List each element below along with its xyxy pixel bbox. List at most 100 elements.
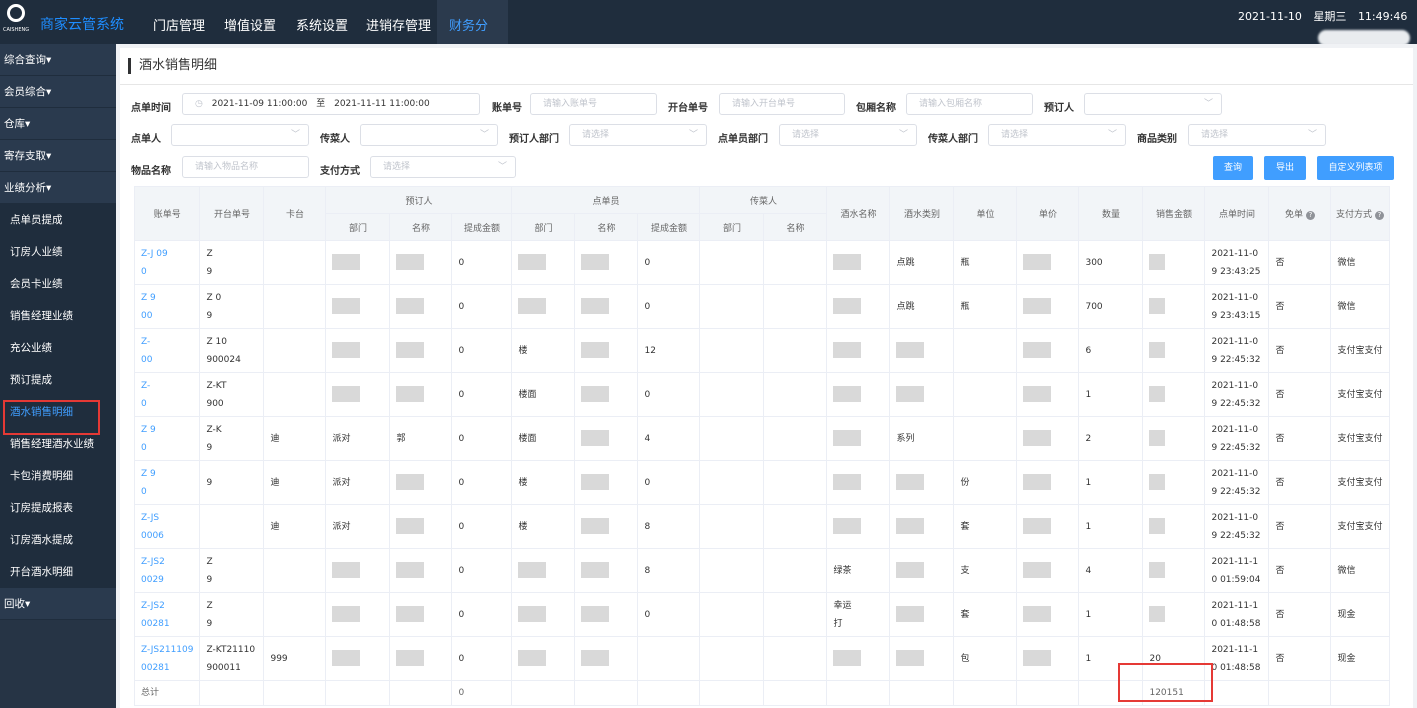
sidebar-item-public-performance[interactable]: 充公业绩 bbox=[0, 332, 116, 364]
export-button[interactable]: 导出 bbox=[1264, 156, 1306, 180]
cell-bill[interactable]: Z 9 0 bbox=[133, 416, 201, 461]
cell-odept bbox=[511, 636, 576, 681]
redacted-block bbox=[332, 386, 361, 402]
query-button[interactable]: 查询 bbox=[1213, 156, 1253, 180]
open-no-input[interactable]: 请输入开台单号 bbox=[719, 93, 845, 115]
help-circle-icon[interactable]: ? bbox=[1374, 211, 1384, 220]
order-time-range-picker[interactable]: ◷ 2021-11-09 11:00:00 至 2021-11-11 11:00… bbox=[182, 93, 480, 115]
th-booker-commission: 提成金额 bbox=[451, 213, 513, 241]
cell-bill[interactable]: Z-JS2 0029 bbox=[133, 548, 201, 593]
cell-time: 2021-11-0 9 22:45:32 bbox=[1204, 328, 1270, 373]
custom-columns-button[interactable]: 自定义列表项 bbox=[1317, 156, 1394, 180]
cell-bill[interactable]: Z- 00 bbox=[133, 328, 201, 373]
help-circle-icon[interactable]: ? bbox=[1305, 211, 1315, 220]
sidebar-item-card-package-detail[interactable]: 卡包消费明细 bbox=[0, 460, 116, 492]
booker-select[interactable]: ﹀ bbox=[1084, 93, 1222, 115]
room-name-input[interactable]: 请输入包厢名称 bbox=[906, 93, 1033, 115]
cell-bill[interactable]: Z- 0 bbox=[133, 372, 201, 417]
calendar-icon: ◷ bbox=[195, 99, 203, 109]
cell-bill[interactable]: Z 9 00 bbox=[133, 284, 201, 329]
cell-bill[interactable]: Z-JS211109 00281 bbox=[133, 636, 201, 681]
cell-bdept: 派对 bbox=[325, 416, 391, 461]
th-drink-type: 酒水类别 bbox=[889, 186, 955, 241]
sidebar-item-booking-commission[interactable]: 预订提成 bbox=[0, 364, 116, 396]
redacted-block bbox=[833, 254, 862, 270]
server-select[interactable]: ﹀ bbox=[360, 124, 498, 146]
cell-line: 9 bbox=[206, 618, 213, 629]
cell-line: Z- bbox=[141, 380, 151, 391]
sidebar-item-open-table-drink-detail[interactable]: 开台酒水明细 bbox=[0, 556, 116, 588]
cell-drink bbox=[826, 372, 891, 417]
cell-text: 支付宝支付 bbox=[1337, 389, 1383, 400]
sidebar-group-deposit[interactable]: 寄存支取▾ bbox=[0, 140, 116, 172]
topnav-item-value-added[interactable]: 增值设置 bbox=[212, 0, 288, 44]
cell-sname bbox=[763, 636, 828, 681]
redacted-block bbox=[896, 518, 925, 534]
topnav-item-store[interactable]: 门店管理 bbox=[141, 0, 217, 44]
sidebar-item-room-drink-commission[interactable]: 订房酒水提成 bbox=[0, 524, 116, 556]
redacted-block bbox=[332, 254, 361, 270]
cell-bill[interactable]: Z 9 0 bbox=[133, 460, 201, 505]
cell-line: Z-K bbox=[206, 424, 222, 435]
select-placeholder: 请选择 bbox=[1001, 130, 1029, 140]
sidebar-item-sales-manager-performance[interactable]: 销售经理业绩 bbox=[0, 300, 116, 332]
cell-free: 否 bbox=[1268, 504, 1332, 549]
sidebar-group-warehouse[interactable]: 仓库▾ bbox=[0, 108, 116, 140]
cell-text: 楼 bbox=[518, 477, 528, 488]
redacted-block bbox=[396, 518, 425, 534]
orderer-dept-select[interactable]: 请选择 ﹀ bbox=[779, 124, 917, 146]
total-cell bbox=[763, 680, 828, 706]
sidebar-item-room-commission-report[interactable]: 订房提成报表 bbox=[0, 492, 116, 524]
cell-bill[interactable]: Z-JS2 00281 bbox=[133, 592, 201, 637]
cell-sdept bbox=[699, 548, 765, 593]
bill-no-input[interactable]: 请输入账单号 bbox=[530, 93, 657, 115]
cell-text: 700 bbox=[1085, 301, 1103, 312]
cell-text: 套 bbox=[960, 609, 970, 620]
sidebar-item-booker-performance[interactable]: 订房人业绩 bbox=[0, 236, 116, 268]
redacted-block bbox=[581, 430, 610, 446]
date-end: 2021-11-11 11:00:00 bbox=[334, 99, 430, 109]
th-pay-method: 支付方式 ? bbox=[1330, 186, 1390, 241]
orderer-select[interactable]: ﹀ bbox=[171, 124, 309, 146]
cell-text: 0 bbox=[458, 257, 465, 268]
sidebar-group-members[interactable]: 会员综合▾ bbox=[0, 76, 116, 108]
topnav-item-system[interactable]: 系统设置 bbox=[284, 0, 360, 44]
cell-text: 派对 bbox=[332, 477, 351, 488]
cell-line: Z-KT21110 bbox=[206, 644, 256, 655]
cell-sname bbox=[763, 328, 828, 373]
cell-oname bbox=[574, 372, 639, 417]
server-dept-select[interactable]: 请选择 ﹀ bbox=[988, 124, 1126, 146]
cell-text: 迪 bbox=[270, 521, 280, 532]
sidebar-item-orderer-commission[interactable]: 点单员提成 bbox=[0, 204, 116, 236]
total-cell bbox=[637, 680, 701, 706]
sidebar-group-performance[interactable]: 业绩分析▾ bbox=[0, 172, 116, 204]
table-row: Z 9 00 Z 0 9 0 0 点跳瓶 700 2021-11-0 9 23:43:15 否微信 bbox=[133, 284, 1390, 329]
cell-text: 1 bbox=[1085, 653, 1092, 664]
cell-text: 否 bbox=[1275, 609, 1285, 620]
date-separator: 至 bbox=[316, 99, 326, 109]
cell-time-line1: 2021-11-1 bbox=[1211, 600, 1259, 611]
cell-bill[interactable]: Z-J 09 0 bbox=[133, 240, 201, 285]
cell-time-line1: 2021-11-0 bbox=[1211, 424, 1259, 435]
cell-sdept bbox=[699, 504, 765, 549]
th-booker-name: 名称 bbox=[389, 213, 453, 241]
sidebar-item-member-card-performance[interactable]: 会员卡业绩 bbox=[0, 268, 116, 300]
cell-sdept bbox=[699, 416, 765, 461]
pay-method-select[interactable]: 请选择 ﹀ bbox=[370, 156, 516, 178]
topnav-item-inventory[interactable]: 进销存管理 bbox=[354, 0, 443, 44]
cell-text: 0 bbox=[458, 301, 465, 312]
cell-text: 派对 bbox=[332, 521, 351, 532]
booker-dept-select[interactable]: 请选择 ﹀ bbox=[569, 124, 707, 146]
booker-dept-label: 预订人部门 bbox=[509, 134, 559, 145]
cell-time-line1: 2021-11-0 bbox=[1211, 468, 1259, 479]
sidebar-group-overview[interactable]: 综合查询▾ bbox=[0, 44, 116, 76]
topnav-item-finance[interactable]: 财务分析 bbox=[437, 0, 508, 88]
cell-bill[interactable]: Z-JS 0006 bbox=[133, 504, 201, 549]
total-cell bbox=[1016, 680, 1080, 706]
sidebar-group-recycle[interactable]: 回收▾ bbox=[0, 588, 116, 620]
title-divider bbox=[120, 84, 1413, 85]
item-name-input[interactable]: 请输入物品名称 bbox=[182, 156, 309, 178]
category-select[interactable]: 请选择 ﹀ bbox=[1188, 124, 1326, 146]
cell-line: Z bbox=[206, 556, 213, 567]
cell-drink bbox=[826, 416, 891, 461]
